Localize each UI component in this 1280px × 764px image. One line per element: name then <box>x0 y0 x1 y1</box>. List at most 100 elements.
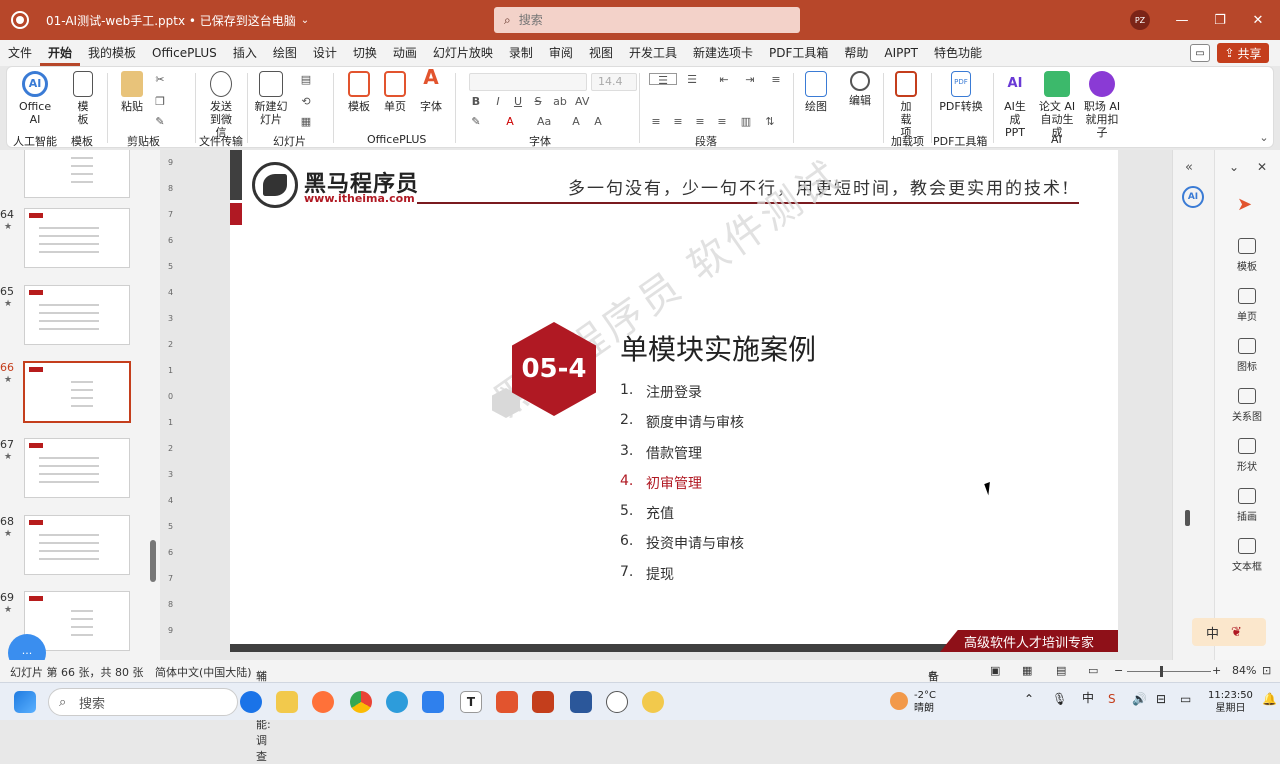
send-wechat-button[interactable]: 发送到微信 <box>201 71 241 139</box>
opl-font-button[interactable]: A 字体 <box>417 67 445 113</box>
agenda-item[interactable]: 5. 充值 <box>620 503 744 533</box>
search-box[interactable]: ⌕ <box>494 7 800 33</box>
underline-icon[interactable]: U <box>511 95 525 108</box>
menu-item[interactable]: 设计 <box>305 40 345 66</box>
language-indicator[interactable]: 简体中文(中国大陆) <box>155 664 252 680</box>
edge-browser-icon[interactable] <box>240 691 262 713</box>
ime-indicator[interactable]: 中 ❦ <box>1192 618 1266 646</box>
slide[interactable]: 黑马程序员 www.itheima.com 多一句没有，少一句不行，用更短时间，… <box>230 150 1118 652</box>
menu-item[interactable]: 绘图 <box>265 40 305 66</box>
menu-item[interactable]: 插入 <box>225 40 265 66</box>
taskbar-search[interactable]: ⌕ 搜索 <box>48 688 238 716</box>
menu-item[interactable]: OfficePLUS <box>144 40 225 66</box>
grow-font-icon[interactable]: A <box>569 115 583 128</box>
font-name-select[interactable] <box>469 73 587 91</box>
xmind-icon[interactable] <box>496 691 518 713</box>
char-spacing-icon[interactable]: AV <box>575 95 589 108</box>
right-panel-item[interactable]: 模板 <box>1222 238 1272 273</box>
chevron-up-icon[interactable]: ⌃ <box>1024 693 1034 706</box>
template-button[interactable]: 模板 <box>69 71 97 126</box>
menu-item[interactable]: 新建选项卡 <box>685 40 761 66</box>
copy-icon[interactable]: ❐ <box>153 95 167 108</box>
slide-title[interactable]: 单模块实施案例 <box>620 328 816 368</box>
align-right-icon[interactable]: ≡ <box>693 115 707 128</box>
zoom-level[interactable]: 84% <box>1232 664 1256 677</box>
slide-thumbnail[interactable] <box>24 150 130 198</box>
shrink-font-icon[interactable]: A <box>591 115 605 128</box>
slide-thumbnail[interactable] <box>24 515 130 575</box>
chevron-down-icon[interactable]: ⌄ <box>301 15 309 26</box>
slide-thumbnail[interactable] <box>24 438 130 498</box>
close-icon[interactable]: ✕ <box>1257 160 1267 174</box>
collapse-ribbon-icon[interactable]: ⌄ <box>1257 131 1271 144</box>
slide-thumbnail[interactable] <box>24 208 130 268</box>
menu-item[interactable]: 开始 <box>40 40 81 66</box>
right-panel-item[interactable]: 关系图 <box>1222 388 1272 423</box>
opl-single-button[interactable]: 单页 <box>381 71 409 113</box>
zoom-in-icon[interactable]: + <box>1212 664 1221 677</box>
normal-view-icon[interactable]: ▣ <box>990 664 1000 677</box>
notification-icon[interactable]: 🔔 <box>1262 693 1277 706</box>
network-icon[interactable]: ⊟ <box>1156 693 1166 706</box>
text-direction-icon[interactable]: ⇅ <box>763 115 777 128</box>
slide-sorter-icon[interactable]: ▦ <box>1022 664 1032 677</box>
agenda-item[interactable]: 4. 初审管理 <box>620 473 744 503</box>
menu-item[interactable]: AIPPT <box>876 40 926 66</box>
change-case-icon[interactable]: Aa <box>537 115 551 128</box>
typora-icon[interactable]: T <box>460 691 482 713</box>
menu-item[interactable]: 文件 <box>0 40 40 66</box>
powerpoint-icon[interactable] <box>532 691 554 713</box>
chrome-icon[interactable] <box>350 691 372 713</box>
menu-item[interactable]: 视图 <box>581 40 621 66</box>
close-button[interactable]: ✕ <box>1246 8 1270 32</box>
menu-item[interactable]: 动画 <box>385 40 425 66</box>
agenda-item[interactable]: 6. 投资申请与审核 <box>620 533 744 563</box>
search-input[interactable] <box>518 13 759 27</box>
thumbnail-scrollbar[interactable] <box>150 540 156 582</box>
new-slide-button[interactable]: 新建幻灯片 <box>251 71 291 126</box>
app-icon[interactable] <box>386 691 408 713</box>
firefox-icon[interactable] <box>312 691 334 713</box>
paste-button[interactable]: 粘贴 <box>115 71 149 113</box>
shadow-icon[interactable]: ab <box>553 95 567 108</box>
file-explorer-icon[interactable] <box>276 691 298 713</box>
app-tray-icon[interactable]: S <box>1108 693 1116 706</box>
draw-button[interactable]: 绘图 <box>801 71 831 113</box>
paper-ai-button[interactable]: 论文 AI 自动生成 <box>1035 71 1079 139</box>
agenda-item[interactable]: 3. 借款管理 <box>620 443 744 473</box>
bullets-icon[interactable]: ☰ <box>649 73 677 87</box>
office-ai-button[interactable]: AI Office AI <box>15 71 55 126</box>
menu-item[interactable]: 开发工具 <box>621 40 685 66</box>
reset-icon[interactable]: ⟲ <box>299 95 313 108</box>
speaker-icon[interactable]: 🔊 <box>1132 693 1147 706</box>
weather-widget[interactable]: -2°C 晴朗 <box>914 689 936 715</box>
word-icon[interactable] <box>570 691 592 713</box>
job-ai-button[interactable]: 职场 AI 就用扣子 <box>1079 71 1125 139</box>
section-icon[interactable]: ▦ <box>299 115 313 128</box>
font-color-icon[interactable]: A <box>503 115 517 128</box>
highlight-icon[interactable]: ✎ <box>469 115 483 128</box>
italic-icon[interactable]: I <box>491 95 505 108</box>
font-size-select[interactable]: 14.4 <box>591 73 637 91</box>
menu-item[interactable]: 我的模板 <box>80 40 144 66</box>
ime-tray[interactable]: 中 <box>1082 692 1094 705</box>
slideshow-icon[interactable]: ▭ <box>1088 664 1098 677</box>
strikethrough-icon[interactable]: S <box>531 95 545 108</box>
agenda-item[interactable]: 1. 注册登录 <box>620 382 744 412</box>
comment-icon[interactable]: ▭ <box>1190 44 1210 62</box>
cut-icon[interactable]: ✂ <box>153 73 167 86</box>
right-panel-item[interactable]: 形状 <box>1222 438 1272 473</box>
menu-item[interactable]: 幻灯片放映 <box>425 40 501 66</box>
format-painter-icon[interactable]: ✎ <box>153 115 167 128</box>
layout-icon[interactable]: ▤ <box>299 73 313 86</box>
align-center-icon[interactable]: ≡ <box>671 115 685 128</box>
app-icon[interactable] <box>642 691 664 713</box>
addin-button[interactable]: 加载项 <box>891 71 921 139</box>
align-left-icon[interactable]: ≡ <box>649 115 663 128</box>
clock-app-icon[interactable] <box>606 691 628 713</box>
panel-scroll-handle[interactable] <box>1185 510 1190 526</box>
right-panel-item[interactable]: 图标 <box>1222 338 1272 373</box>
menu-item[interactable]: 帮助 <box>836 40 876 66</box>
zoom-slider-handle[interactable] <box>1160 666 1163 677</box>
collapse-left-icon[interactable]: « <box>1185 160 1193 175</box>
